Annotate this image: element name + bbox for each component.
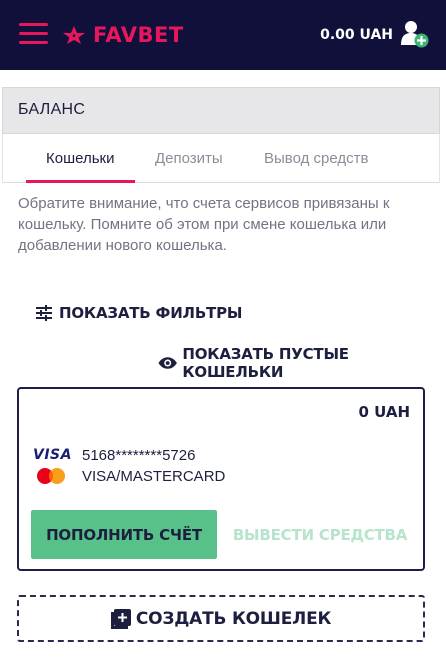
sliders-icon xyxy=(36,305,52,321)
mastercard-logo-icon xyxy=(37,468,65,484)
header-balance[interactable]: 0.00 UAH xyxy=(320,27,393,43)
card-type: VISA/MASTERCARD xyxy=(82,468,226,485)
show-empty-wallets-label: ПОКАЗАТЬ ПУСТЫЕ КОШЕЛЬКИ xyxy=(182,345,349,381)
tab-withdrawals[interactable]: Вывод средств xyxy=(264,150,368,167)
show-empty-wallets-button[interactable]: ПОКАЗАТЬ ПУСТЫЕ КОШЕЛЬКИ xyxy=(158,345,446,381)
section-title: БАЛАНС xyxy=(18,101,86,118)
top-bar: FAVBET 0.00 UAH xyxy=(0,0,446,70)
favbet-star-icon xyxy=(63,26,85,44)
eye-icon xyxy=(158,357,177,369)
top-up-button[interactable]: ПОПОЛНИТЬ СЧЁТ xyxy=(31,510,217,559)
logo-text: FAVBET xyxy=(93,23,184,47)
tab-deposits[interactable]: Депозиты xyxy=(155,150,223,167)
hamburger-menu-icon[interactable] xyxy=(19,23,48,45)
add-box-icon xyxy=(110,608,131,629)
create-wallet-label: СОЗДАТЬ КОШЕЛЕК xyxy=(135,608,332,629)
active-tab-indicator xyxy=(26,180,135,183)
show-filters-button[interactable]: ПОКАЗАТЬ ФИЛЬТРЫ xyxy=(35,302,242,324)
wallet-notice: Обратите внимание, что счета сервисов пр… xyxy=(18,195,390,254)
wallet-tabs: Кошельки Депозиты Вывод средств xyxy=(2,134,440,183)
card-number: 5168********5726 xyxy=(82,447,196,464)
balance-section-header: БАЛАНС xyxy=(2,87,440,134)
withdraw-button[interactable]: ВЫВЕСТИ СРЕДСТВА xyxy=(227,510,413,559)
favbet-logo[interactable]: FAVBET xyxy=(62,22,184,48)
tab-wallets[interactable]: Кошельки xyxy=(46,150,114,167)
visa-logo: VISA xyxy=(33,447,72,463)
show-filters-label: ПОКАЗАТЬ ФИЛЬТРЫ xyxy=(59,304,243,322)
user-add-icon[interactable] xyxy=(400,19,430,49)
wallet-card: 0 UAH VISA 5168********5726 VISA/MASTERC… xyxy=(17,387,425,571)
create-wallet-button[interactable]: СОЗДАТЬ КОШЕЛЕК xyxy=(17,595,425,642)
wallet-amount: 0 UAH xyxy=(358,403,410,421)
